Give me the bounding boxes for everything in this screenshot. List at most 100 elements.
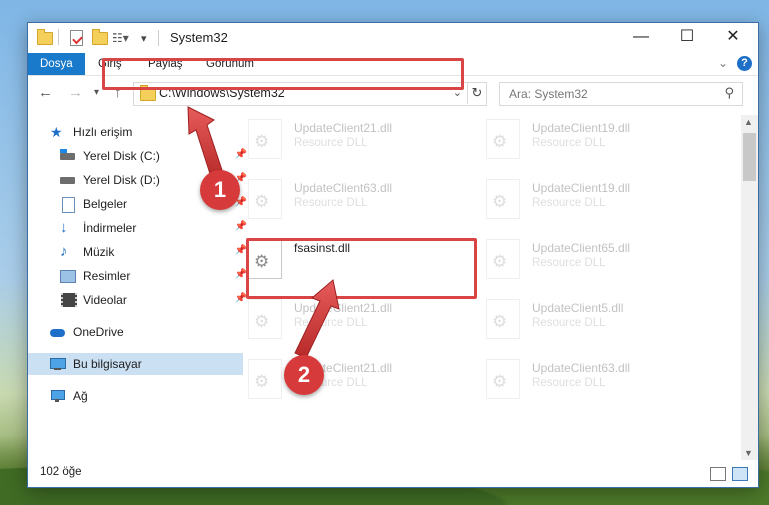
divider: [158, 30, 159, 46]
file-item[interactable]: ⚙ UpdateClient65.dll Resource DLL: [474, 235, 700, 291]
sidebar-item-drive-c[interactable]: Yerel Disk (C:) 📌: [28, 145, 253, 167]
dll-file-icon: ⚙: [248, 119, 282, 159]
file-item[interactable]: ⚙ UpdateClient19.dll Resource DLL: [474, 115, 700, 171]
properties-icon[interactable]: [70, 29, 83, 47]
file-item[interactable]: ⚙ UpdateClient63.dll Resource DLL: [236, 175, 462, 231]
sidebar-item-music[interactable]: ♪ Müzik 📌: [28, 241, 253, 263]
sidebar-item-label: Müzik: [83, 245, 115, 259]
file-name: UpdateClient63.dll: [532, 361, 631, 375]
documents-icon: [60, 197, 76, 213]
ribbon-expand-icon[interactable]: ⌄: [718, 56, 728, 70]
dll-file-icon: ⚙: [486, 179, 520, 219]
tab-file[interactable]: Dosya: [28, 53, 85, 75]
search-icon: ⚲: [724, 85, 734, 100]
file-item[interactable]: ⚙ UpdateClient21.dll Resource DLL: [236, 355, 462, 411]
file-name: UpdateClient19.dll: [532, 181, 631, 195]
sidebar-item-this-pc[interactable]: Bu bilgisayar: [28, 353, 243, 375]
file-description: Resource DLL: [532, 377, 606, 389]
large-icons-view-icon[interactable]: [732, 467, 748, 481]
sidebar-item-onedrive[interactable]: OneDrive: [28, 321, 243, 343]
sidebar-item-label: Resimler: [83, 269, 131, 283]
file-description: Resource DLL: [294, 197, 368, 209]
dll-file-icon: ⚙: [486, 119, 520, 159]
file-name: UpdateClient63.dll: [294, 181, 393, 195]
search-input[interactable]: Ara: System32 ⚲: [499, 82, 743, 106]
title-bar: ☷▾ ▾ System32 — ☐ ✕: [28, 23, 758, 53]
window-title: System32: [170, 30, 228, 45]
sidebar-item-label: Hızlı erişim: [73, 125, 133, 139]
sidebar-item-label: Videolar: [83, 293, 127, 307]
dll-file-icon: ⚙: [248, 179, 282, 219]
pictures-icon: [60, 269, 76, 283]
cloud-icon: [50, 325, 66, 339]
file-item[interactable]: ⚙ UpdateClient63.dll Resource DLL: [474, 355, 700, 411]
star-icon: ★: [50, 124, 63, 140]
dll-file-icon: ⚙: [486, 239, 520, 279]
divider: [58, 29, 59, 45]
sidebar-item-label: Yerel Disk (D:): [83, 173, 160, 187]
help-icon[interactable]: ?: [737, 56, 752, 71]
file-name: UpdateClient65.dll: [532, 241, 631, 255]
drive-c-icon: [60, 149, 76, 163]
sidebar-item-label: Bu bilgisayar: [73, 357, 142, 371]
sidebar-item-quick-access[interactable]: ★ Hızlı erişim: [28, 121, 243, 143]
sidebar-item-label: Belgeler: [83, 197, 128, 211]
status-bar: 102 öğe: [28, 460, 758, 487]
computer-icon: [50, 357, 66, 371]
music-icon: ♪: [60, 243, 68, 260]
file-description: Resource DLL: [532, 257, 606, 269]
file-description: Resource DLL: [532, 317, 606, 329]
vertical-scrollbar[interactable]: ▲ ▼: [741, 115, 758, 460]
file-item[interactable]: ⚙ UpdateClient21.dll Resource DLL: [236, 115, 462, 171]
close-button[interactable]: ✕: [710, 23, 756, 53]
search-placeholder: Ara: System32: [509, 87, 588, 101]
folder-icon: [37, 28, 53, 47]
sidebar-item-videos[interactable]: Videolar 📌: [28, 289, 253, 311]
sidebar-item-downloads[interactable]: ↓ İndirmeler 📌: [28, 217, 253, 239]
details-view-icon[interactable]: [710, 467, 726, 481]
file-item[interactable]: ⚙ UpdateClient21.dll Resource DLL: [236, 295, 462, 351]
maximize-button[interactable]: ☐: [664, 23, 710, 53]
recent-locations-dropdown-icon[interactable]: ▾: [94, 87, 99, 98]
new-folder-icon[interactable]: [92, 28, 108, 47]
file-description: Resource DLL: [532, 197, 606, 209]
dll-file-icon: ⚙: [486, 299, 520, 339]
sidebar-item-pictures[interactable]: Resimler 📌: [28, 265, 253, 287]
minimize-button[interactable]: —: [618, 23, 664, 53]
network-icon: [50, 389, 66, 403]
file-item[interactable]: ⚙ UpdateClient19.dll Resource DLL: [474, 175, 700, 231]
step-2-badge: 2: [284, 355, 324, 395]
file-name: UpdateClient21.dll: [294, 301, 393, 315]
customize-toolbar-icon[interactable]: ☷▾: [112, 29, 129, 47]
sidebar-item-label: İndirmeler: [83, 221, 137, 235]
scroll-down-icon[interactable]: ▼: [744, 448, 753, 458]
file-name: UpdateClient21.dll: [294, 121, 393, 135]
scroll-up-icon[interactable]: ▲: [744, 117, 753, 127]
file-name: UpdateClient5.dll: [532, 301, 624, 315]
file-item[interactable]: ⚙ UpdateClient5.dll Resource DLL: [474, 295, 700, 351]
navigation-pane: ★ Hızlı erişim Yerel Disk (C:) 📌 Yerel D…: [28, 115, 247, 460]
dll-file-icon: ⚙: [248, 359, 282, 399]
drive-d-icon: [60, 173, 76, 187]
scrollbar-thumb[interactable]: [743, 133, 756, 181]
sidebar-item-network[interactable]: Ağ: [28, 385, 243, 407]
dll-file-icon: ⚙: [486, 359, 520, 399]
file-name: UpdateClient19.dll: [532, 121, 631, 135]
item-count: 102 öğe: [40, 466, 82, 478]
forward-button[interactable]: →: [68, 84, 83, 101]
step-1-badge: 1: [200, 170, 240, 210]
videos-icon: [60, 293, 77, 307]
sidebar-item-label: Ağ: [73, 389, 88, 403]
back-button[interactable]: ←: [38, 84, 53, 101]
dll-file-icon: ⚙: [248, 299, 282, 339]
file-description: Resource DLL: [532, 137, 606, 149]
address-bar-highlight: [102, 58, 464, 90]
sidebar-item-label: OneDrive: [73, 325, 124, 339]
refresh-button[interactable]: ↻: [467, 82, 486, 104]
file-description: Resource DLL: [294, 317, 368, 329]
file-description: Resource DLL: [294, 137, 368, 149]
download-icon: ↓: [60, 219, 68, 236]
quick-access-dropdown-icon[interactable]: ▾: [141, 29, 147, 47]
file-highlight: [246, 238, 477, 299]
sidebar-item-label: Yerel Disk (C:): [83, 149, 160, 163]
